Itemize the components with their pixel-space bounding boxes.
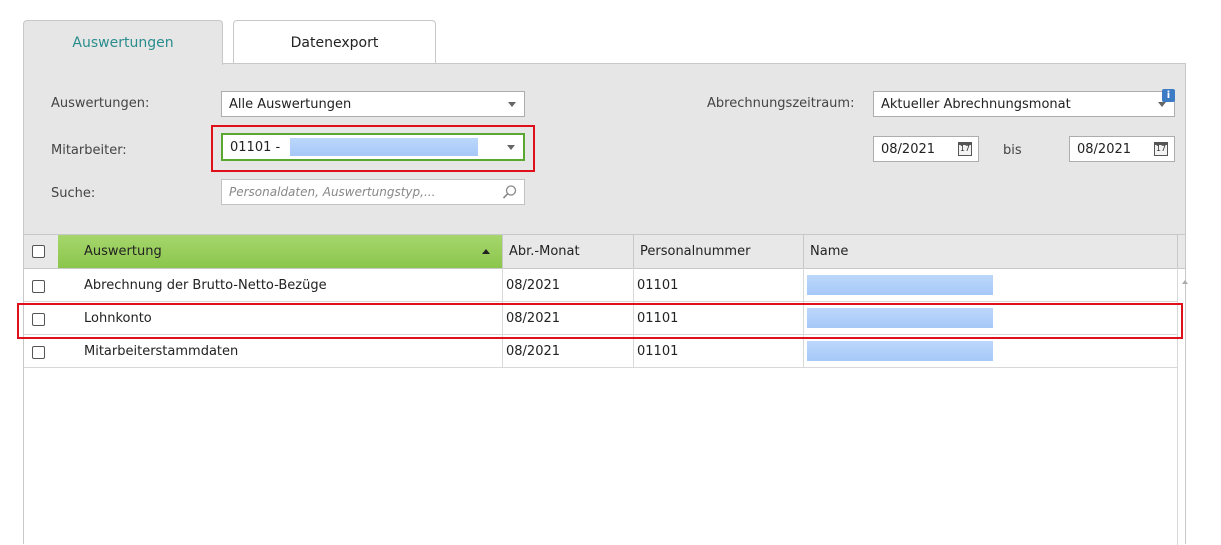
auswertungen-dropdown[interactable]: Alle Auswertungen	[221, 91, 525, 117]
column-header-auswertung[interactable]: Auswertung	[58, 235, 502, 268]
scroll-up-icon[interactable]	[1182, 280, 1188, 284]
column-header-abr-monat-label: Abr.-Monat	[509, 244, 580, 259]
column-header-auswertung-label: Auswertung	[84, 244, 162, 259]
suche-label: Suche:	[51, 186, 96, 201]
zeitraum-value: Aktueller Abrechnungsmonat	[881, 96, 1071, 112]
cell-auswertung: Mitarbeiterstammdaten	[84, 343, 239, 359]
date-to-value: 08/2021	[1077, 141, 1132, 157]
search-icon[interactable]	[502, 184, 518, 200]
column-header-personalnummer-label: Personalnummer	[640, 244, 751, 259]
table-header: Auswertung Abr.-Monat Personalnummer Nam…	[24, 235, 1185, 269]
mitarbeiter-label: Mitarbeiter:	[51, 143, 127, 158]
cell-auswertung: Abrechnung der Brutto-Netto-Bezüge	[84, 277, 327, 293]
calendar-icon[interactable]: 17	[1154, 142, 1168, 156]
table-row[interactable]: Mitarbeiterstammdaten 08/2021 01101	[24, 335, 1177, 368]
table-row[interactable]: Abrechnung der Brutto-Netto-Bezüge 08/20…	[24, 269, 1177, 302]
search-input[interactable]: Personaldaten, Auswertungstyp,...	[221, 179, 525, 205]
auswertungen-value: Alle Auswertungen	[229, 96, 352, 112]
row-checkbox[interactable]	[32, 280, 45, 293]
redacted-name-mask	[807, 275, 993, 295]
highlight-mitarbeiter	[211, 125, 535, 172]
column-header-name-label: Name	[810, 244, 849, 259]
column-header-name[interactable]: Name	[803, 235, 1177, 268]
tab-datenexport-label: Datenexport	[290, 34, 379, 51]
redacted-name-mask	[807, 341, 993, 361]
chevron-down-icon	[1158, 102, 1166, 107]
zeitraum-label: Abrechnungszeitraum:	[707, 96, 855, 111]
tab-datenexport[interactable]: Datenexport	[233, 20, 436, 64]
info-icon[interactable]: i	[1162, 89, 1175, 102]
scrollbar-header	[1177, 235, 1185, 268]
search-placeholder: Personaldaten, Auswertungstyp,...	[229, 185, 436, 199]
date-from-value: 08/2021	[881, 141, 936, 157]
date-from-input[interactable]: 08/2021 17	[873, 136, 979, 162]
chevron-down-icon	[508, 102, 516, 107]
cell-abr-monat: 08/2021	[506, 343, 561, 359]
sort-ascending-icon	[482, 249, 490, 254]
cell-personalnummer: 01101	[637, 277, 679, 293]
date-to-input[interactable]: 08/2021 17	[1069, 136, 1175, 162]
column-header-personalnummer[interactable]: Personalnummer	[633, 235, 803, 268]
results-table: Auswertung Abr.-Monat Personalnummer Nam…	[24, 234, 1188, 545]
cell-abr-monat: 08/2021	[506, 277, 561, 293]
auswertungen-label: Auswertungen:	[51, 96, 150, 111]
bis-label: bis	[1003, 143, 1022, 158]
tab-auswertungen[interactable]: Auswertungen	[23, 20, 223, 65]
zeitraum-dropdown[interactable]: Aktueller Abrechnungsmonat	[873, 91, 1175, 117]
cell-personalnummer: 01101	[637, 343, 679, 359]
tab-auswertungen-label: Auswertungen	[72, 35, 174, 51]
highlight-lohnkonto-row	[17, 303, 1183, 339]
select-all-checkbox[interactable]	[32, 245, 45, 258]
calendar-icon[interactable]: 17	[958, 142, 972, 156]
row-checkbox[interactable]	[32, 346, 45, 359]
column-header-abr-monat[interactable]: Abr.-Monat	[502, 235, 633, 268]
